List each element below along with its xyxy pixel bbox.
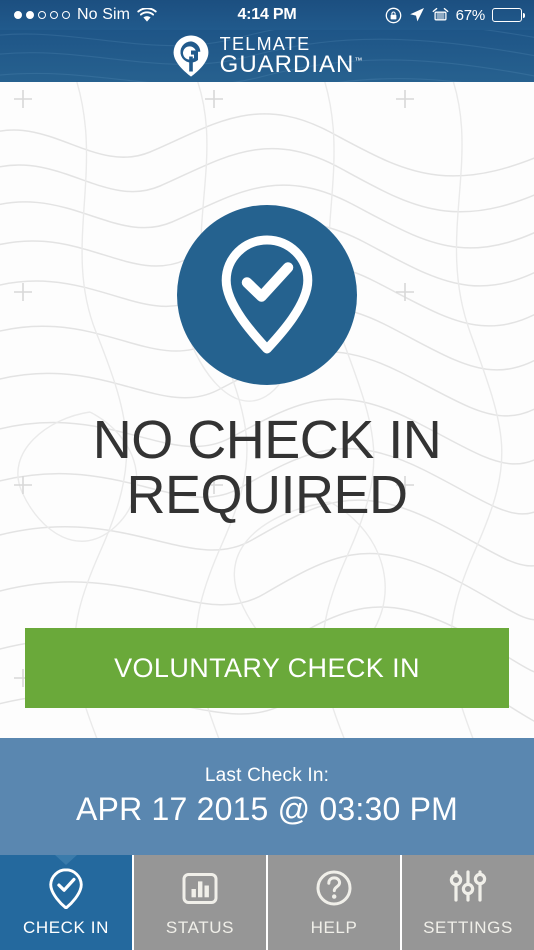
rotation-lock-icon	[385, 7, 401, 23]
question-circle-icon	[316, 870, 352, 906]
status-bar-right: 67%	[385, 7, 534, 24]
tab-label-settings: SETTINGS	[423, 918, 513, 937]
last-check-in-value: APR 17 2015 @ 03:30 PM	[76, 791, 458, 827]
location-arrow-icon	[409, 8, 424, 22]
tab-label-check-in: CHECK IN	[22, 918, 110, 937]
map-pin-check-icon	[221, 235, 313, 354]
tab-label-status: STATUS	[165, 918, 235, 937]
hero-status-icon-circle	[177, 205, 357, 385]
telmate-pin-logo-icon	[173, 35, 209, 77]
status-bar: No Sim 4:14 PM 67%	[0, 0, 534, 30]
tab-check-in[interactable]: CHECK IN	[0, 855, 134, 950]
tab-settings[interactable]: SETTINGS	[402, 855, 534, 950]
brand-wordmark: TELMATE GUARDIAN™	[220, 35, 363, 77]
tab-status[interactable]: STATUS	[134, 855, 268, 950]
brand-trademark: ™	[354, 56, 363, 65]
main-content: NO CHECK IN REQUIRED VOLUNTARY CHECK IN	[0, 82, 534, 738]
last-check-in-banner: Last Check In: APR 17 2015 @ 03:30 PM	[0, 738, 534, 855]
brand-logo: TELMATE GUARDIAN™	[172, 34, 363, 78]
last-check-in-label: Last Check In:	[204, 765, 330, 786]
battery-percent-label: 67%	[455, 6, 486, 24]
page-title: NO CHECK IN REQUIRED	[92, 410, 442, 526]
tab-label-help: HELP	[310, 918, 358, 937]
page-title-line1: NO CHECK IN	[92, 410, 442, 470]
app-header: TELMATE GUARDIAN™	[0, 30, 534, 82]
app-screen: No Sim 4:14 PM 67% TELMATE GUARDIAN™ NO …	[0, 0, 534, 950]
sliders-icon	[449, 870, 487, 902]
page-title-line2: REQUIRED	[126, 465, 408, 526]
tab-help[interactable]: HELP	[268, 855, 402, 950]
brand-guardian-text: GUARDIAN	[219, 51, 355, 78]
bottom-tab-bar: CHECK IN STATUS HELP SETTINGS	[0, 855, 534, 950]
bar-chart-icon	[182, 873, 218, 904]
alarm-clock-icon	[432, 7, 448, 21]
brand-line-guardian: GUARDIAN™	[220, 53, 363, 77]
voluntary-check-in-button[interactable]: VOLUNTARY CHECK IN	[25, 628, 509, 708]
battery-icon	[492, 8, 525, 22]
map-pin-check-icon	[49, 868, 83, 909]
